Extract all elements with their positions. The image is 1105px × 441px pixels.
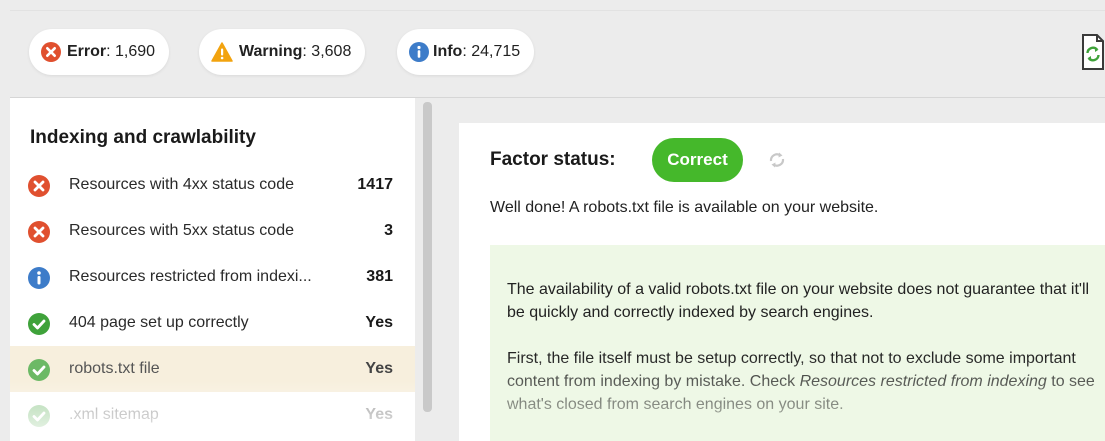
factor-label: Resources with 5xx status code	[69, 222, 294, 239]
description-paragraph-2: First, the file itself must be setup cor…	[507, 347, 1105, 416]
recheck-icon[interactable]	[766, 149, 788, 171]
factor-label: Resources restricted from indexi...	[69, 268, 312, 285]
factor-row-robots[interactable]: robots.txt file Yes	[10, 346, 415, 392]
issues-summary-bar: Error : 1,690 Warning : 3,608 Info : 24,…	[10, 10, 1105, 98]
factor-label: 404 page set up correctly	[69, 314, 249, 331]
factor-value: 381	[366, 268, 393, 285]
error-icon	[27, 174, 51, 198]
factor-value: 1417	[357, 176, 393, 193]
check-icon	[27, 358, 51, 382]
category-title: Indexing and crawlability	[30, 127, 256, 148]
factor-list-panel: Indexing and crawlability Resources with…	[10, 98, 415, 441]
factor-description-box: The availability of a valid robots.txt f…	[490, 245, 1105, 441]
factor-row-restricted[interactable]: Resources restricted from indexi... 381	[10, 254, 415, 300]
factor-row-4xx[interactable]: Resources with 4xx status code 1417	[10, 162, 415, 208]
factor-value: Yes	[365, 360, 393, 377]
warning-count: : 3,608	[302, 43, 352, 60]
factor-row-404[interactable]: 404 page set up correctly Yes	[10, 300, 415, 346]
warning-label: Warning	[239, 43, 303, 60]
factor-row-sitemap[interactable]: .xml sitemap Yes	[10, 392, 415, 438]
status-badge: Correct	[652, 138, 743, 182]
factor-label: Resources with 4xx status code	[69, 176, 294, 193]
check-icon	[27, 404, 51, 428]
refresh-document-icon[interactable]	[1077, 31, 1105, 71]
error-icon	[27, 220, 51, 244]
factor-row-5xx[interactable]: Resources with 5xx status code 3	[10, 208, 415, 254]
error-count-pill[interactable]: Error : 1,690	[29, 29, 170, 75]
scrollbar-thumb[interactable]	[423, 102, 432, 412]
error-icon	[41, 42, 61, 62]
factor-label: .xml sitemap	[69, 406, 159, 423]
info-icon	[27, 266, 51, 290]
factor-status-label: Factor status:	[490, 149, 616, 170]
info-icon	[409, 42, 429, 62]
factor-value: 3	[384, 222, 393, 239]
error-count: : 1,690	[106, 43, 156, 60]
info-count: : 24,715	[462, 43, 521, 60]
factor-value: Yes	[365, 314, 393, 331]
info-count-pill[interactable]: Info : 24,715	[397, 29, 535, 75]
error-label: Error	[67, 43, 107, 60]
description-paragraph-1: The availability of a valid robots.txt f…	[507, 281, 1090, 321]
info-label: Info	[433, 43, 463, 60]
warning-count-pill[interactable]: Warning : 3,608	[199, 29, 366, 75]
warning-icon	[211, 42, 233, 62]
factor-label: robots.txt file	[69, 360, 160, 377]
factor-detail-panel: Factor status: Correct Well done! A robo…	[459, 123, 1105, 441]
check-icon	[27, 312, 51, 336]
factor-value: Yes	[365, 406, 393, 423]
status-message: Well done! A robots.txt file is availabl…	[490, 199, 879, 216]
restricted-resources-link[interactable]: Resources restricted from indexing	[800, 373, 1047, 390]
